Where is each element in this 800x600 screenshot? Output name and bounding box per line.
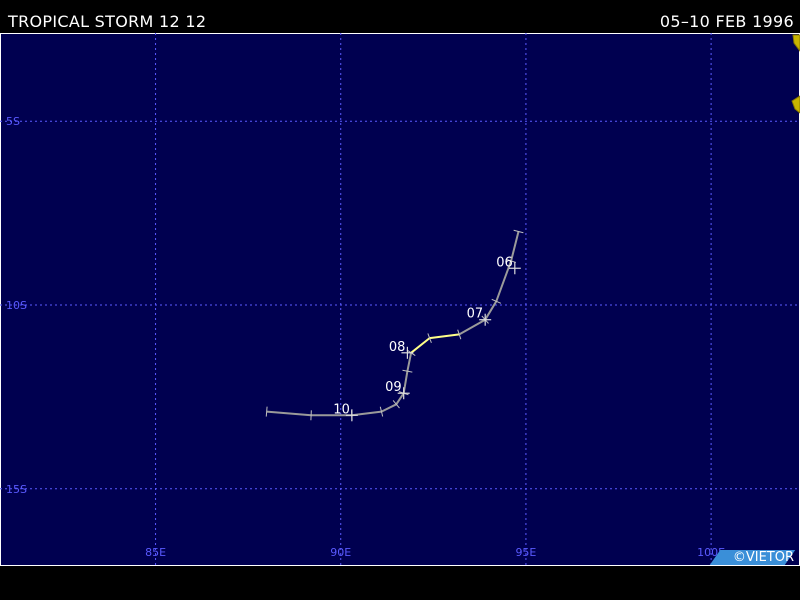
map-canvas[interactable]: 85E 90E 95E 100E5S10S15S 0607080910 [0, 33, 800, 566]
date-range: 05–10 FEB 1996 [659, 12, 794, 31]
lon-label: 85E [145, 546, 166, 559]
day-label: 10 [333, 402, 350, 417]
lon-label: 95E [515, 546, 536, 559]
lat-label: 5S [6, 115, 20, 128]
storm-title: TROPICAL STORM 12 12 [8, 12, 207, 31]
ocean-background [0, 33, 800, 566]
lat-label: 15S [6, 483, 27, 496]
copyright-badge: ©VIETOR [723, 550, 798, 565]
lon-label: 90E [330, 546, 351, 559]
day-label: 07 [467, 307, 484, 322]
day-label: 06 [496, 255, 513, 270]
day-label: 09 [385, 380, 402, 395]
track-map[interactable]: 85E 90E 95E 100E 5S 10S 15S 06 07 08 09 10 [0, 33, 800, 566]
lat-label: 10S [6, 299, 27, 312]
day-label: 08 [389, 340, 406, 355]
